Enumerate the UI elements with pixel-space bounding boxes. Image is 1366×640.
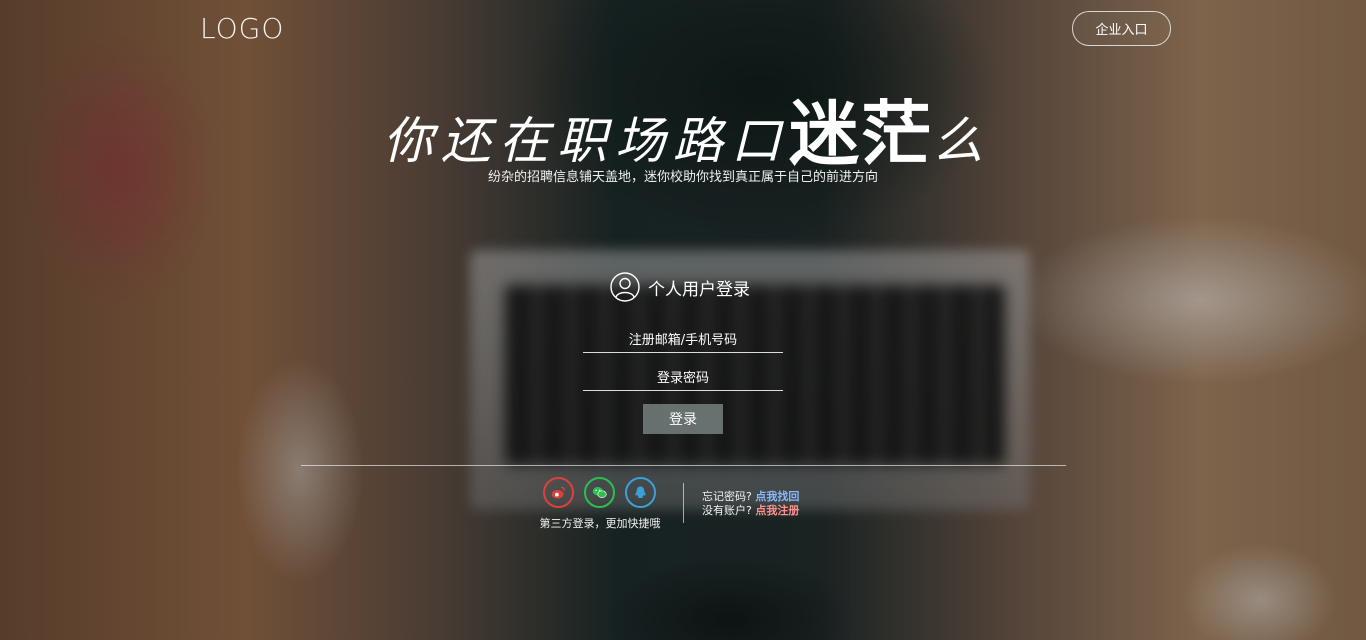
login-page: LOGO 企业入口 你还在职场路口迷茫么 纷杂的招聘信息铺天盖地，迷你校助你找到… <box>0 0 1366 640</box>
qq-login-button[interactable] <box>625 477 656 508</box>
vertical-divider <box>683 483 684 523</box>
qq-icon <box>635 486 646 499</box>
hero-subline: 纷杂的招聘信息铺天盖地，迷你校助你找到真正属于自己的前进方向 <box>487 170 878 185</box>
email-phone-input[interactable] <box>583 328 783 353</box>
no-account-text: 没有账户? <box>702 504 752 517</box>
user-icon <box>610 272 640 302</box>
headline-end: 么 <box>933 112 983 170</box>
headline-emphasis: 迷茫 <box>789 92 933 175</box>
login-title-text: 个人用户登录 <box>648 279 750 300</box>
password-input[interactable] <box>583 366 783 391</box>
wechat-icon <box>592 486 607 498</box>
weibo-login-button[interactable] <box>543 477 574 508</box>
weibo-icon <box>551 486 566 499</box>
login-title: 个人用户登录 <box>610 272 750 302</box>
hero-headline: 你还在职场路口迷茫么 <box>0 78 1366 179</box>
third-party-caption: 第三方登录，更加快捷哦 <box>539 517 661 530</box>
login-button[interactable]: 登录 <box>643 404 723 434</box>
signup-link[interactable]: 点我注册 <box>755 504 799 517</box>
signup-row: 没有账户? 点我注册 <box>702 502 799 518</box>
logo[interactable]: LOGO <box>200 12 284 45</box>
enterprise-entry-button[interactable]: 企业入口 <box>1072 11 1171 46</box>
headline-part1: 你还在职场路口 <box>383 112 789 170</box>
divider-line <box>301 465 1066 466</box>
wechat-login-button[interactable] <box>584 477 615 508</box>
